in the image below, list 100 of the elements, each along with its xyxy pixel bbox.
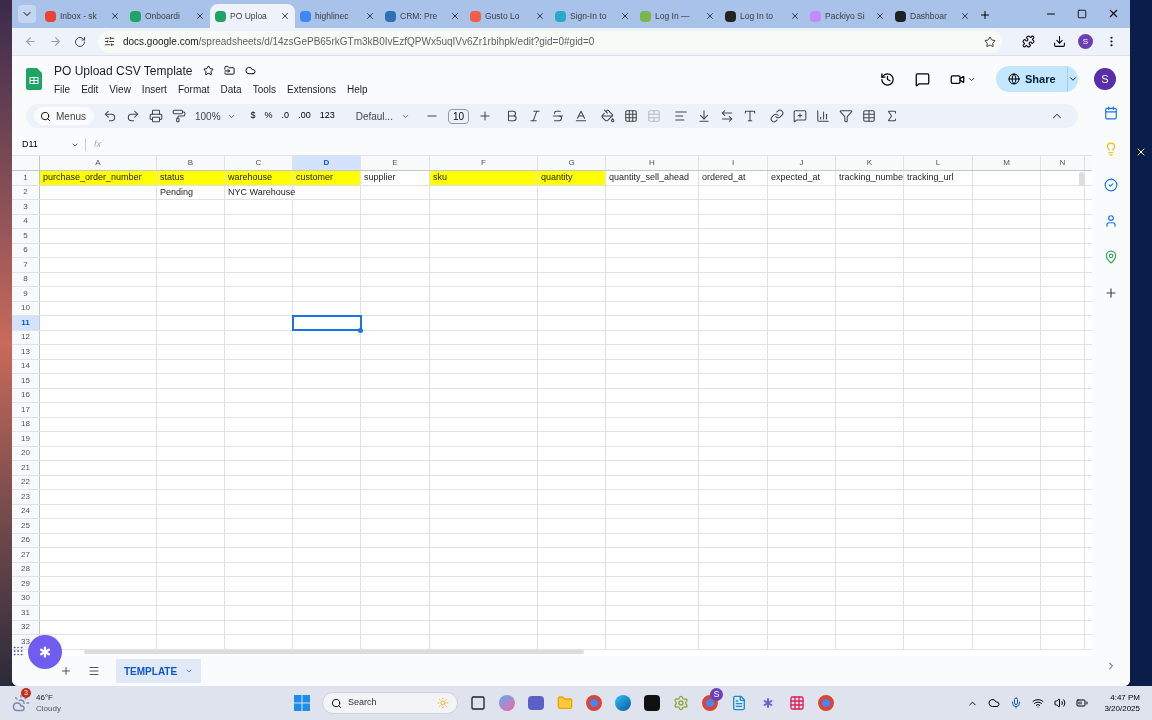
table-cell[interactable]: ordered_at [699, 171, 768, 185]
add-sheet-icon[interactable] [60, 665, 72, 677]
increase-decimals-button[interactable]: .00 [298, 109, 311, 123]
browser-tab[interactable]: Log In — [635, 4, 720, 28]
menus-search-field[interactable]: Menus [34, 107, 94, 125]
close-icon[interactable] [195, 11, 205, 21]
font-dropdown[interactable]: Defaul... [355, 108, 410, 124]
menu-item[interactable]: Extensions [282, 81, 341, 97]
table-cell[interactable]: quantity [538, 171, 606, 185]
column-header[interactable]: L [904, 156, 973, 170]
horizontal-scrollbar[interactable] [84, 650, 584, 654]
volume-icon[interactable] [1054, 697, 1067, 709]
apps-grid-icon[interactable] [12, 645, 24, 657]
close-icon[interactable] [110, 11, 120, 21]
close-icon[interactable] [280, 11, 290, 21]
column-header[interactable]: M [973, 156, 1041, 170]
user-avatar[interactable]: S [1094, 68, 1116, 90]
menu-item[interactable]: File [54, 81, 76, 97]
windows-start-icon[interactable] [293, 695, 310, 711]
document-title[interactable]: PO Upload CSV Template [54, 61, 193, 80]
borders-icon[interactable] [624, 109, 639, 123]
table-cell[interactable]: tracking_url [904, 171, 973, 185]
history-icon[interactable] [880, 71, 895, 87]
column-header[interactable]: J [768, 156, 836, 170]
close-icon[interactable] [875, 11, 885, 21]
all-sheets-icon[interactable] [88, 665, 100, 677]
paint-format-icon[interactable] [172, 109, 186, 123]
row-header[interactable]: 11 [12, 316, 40, 330]
row-header[interactable]: 13 [12, 345, 40, 359]
sheets-logo-icon[interactable] [26, 68, 42, 90]
column-header[interactable]: N [1041, 156, 1085, 170]
tab-search-button[interactable] [18, 5, 36, 23]
row-header[interactable]: 9 [12, 287, 40, 301]
row-header[interactable]: 5 [12, 229, 40, 243]
row-header[interactable]: 19 [12, 432, 40, 446]
browser-tab[interactable]: Dashboar [890, 4, 975, 28]
profile-avatar[interactable]: S [1078, 34, 1093, 49]
app-icon[interactable] [643, 695, 660, 711]
share-button[interactable]: Share [996, 66, 1078, 92]
onedrive-icon[interactable] [988, 697, 1001, 709]
add-comment-icon[interactable] [793, 109, 808, 123]
table-cell[interactable]: Pending [157, 185, 225, 199]
wrap-icon[interactable] [720, 109, 735, 123]
browser-tab[interactable]: CRM: Pre [380, 4, 465, 28]
column-header[interactable]: D [293, 156, 361, 170]
wifi-icon[interactable] [1032, 697, 1045, 709]
decrease-decimals-button[interactable]: .0 [281, 109, 290, 123]
selected-cell[interactable] [293, 316, 361, 330]
weather-icon[interactable] [12, 694, 30, 712]
menu-item[interactable]: Insert [136, 81, 172, 97]
menu-item[interactable]: Format [172, 81, 215, 97]
table-cell[interactable]: sku [430, 171, 538, 185]
row-header[interactable]: 1 [12, 171, 40, 185]
table-cell[interactable]: tracking_numbe [836, 171, 904, 185]
extensions-icon[interactable] [1022, 35, 1036, 48]
column-header[interactable]: B [157, 156, 225, 170]
close-icon[interactable] [450, 11, 460, 21]
number-format-button[interactable]: 123 [319, 109, 335, 123]
bold-icon[interactable] [505, 109, 520, 123]
table-cell[interactable]: customer [293, 171, 361, 185]
cloud-icon[interactable] [244, 65, 256, 76]
link-icon[interactable] [770, 109, 785, 123]
bookmark-star-icon[interactable] [984, 35, 997, 48]
close-icon[interactable] [1107, 7, 1120, 20]
close-icon[interactable] [1135, 146, 1147, 158]
menu-item[interactable]: View [104, 81, 136, 97]
close-icon[interactable] [790, 11, 800, 21]
font-size-field[interactable]: 10 [447, 108, 470, 124]
new-tab-icon[interactable] [979, 9, 991, 21]
browser-tab[interactable]: Gusto Lo [465, 4, 550, 28]
row-header[interactable]: 17 [12, 403, 40, 417]
print-icon[interactable] [149, 109, 163, 123]
calendar-icon[interactable] [1104, 106, 1118, 120]
browser-tab[interactable]: Inbox - sk [40, 4, 125, 28]
row-header[interactable]: 25 [12, 519, 40, 533]
zoom-dropdown[interactable]: 100% [195, 108, 236, 124]
column-header[interactable]: F [430, 156, 538, 170]
undo-icon[interactable] [103, 109, 117, 123]
address-field[interactable]: docs.google.com/spreadsheets/d/14zsGePB65rkGTm3kB0IvEzfQPWx5uqIVv6Zr1rbihpk/edit?gid=0#gid=0 [97, 30, 1003, 53]
table-cell[interactable]: quantity_sell_ahead [606, 171, 699, 185]
row-header[interactable]: 21 [12, 461, 40, 475]
browser-tab[interactable]: Log In to [720, 4, 805, 28]
row-header[interactable]: 15 [12, 374, 40, 388]
redo-icon[interactable] [126, 109, 140, 123]
close-icon[interactable] [535, 11, 545, 21]
comment-icon[interactable] [915, 71, 930, 87]
fill-handle[interactable] [358, 327, 363, 333]
microphone-icon[interactable] [1010, 697, 1023, 709]
battery-icon[interactable] [1076, 697, 1089, 709]
table-cell[interactable]: NYC Warehouse [225, 185, 293, 199]
close-icon[interactable] [620, 11, 630, 21]
close-icon[interactable] [365, 11, 375, 21]
chart-icon[interactable] [816, 109, 831, 123]
menu-item[interactable]: Edit [76, 81, 104, 97]
add-on-icon[interactable] [1104, 286, 1118, 300]
menu-item[interactable]: Data [215, 81, 247, 97]
task-view-icon[interactable] [469, 695, 486, 711]
site-info-icon[interactable] [103, 36, 115, 47]
table-cell[interactable]: status [157, 171, 225, 185]
column-header[interactable]: I [699, 156, 768, 170]
